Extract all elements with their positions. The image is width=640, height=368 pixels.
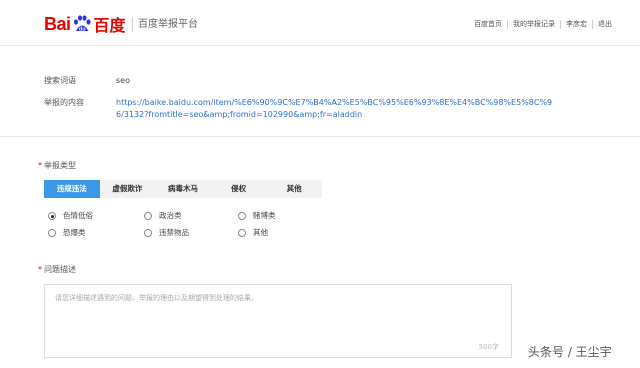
required-mark: * <box>38 161 42 170</box>
nav-divider <box>507 19 508 29</box>
radio-label: 恐爆类 <box>63 228 86 237</box>
tab-illegal[interactable]: 违规违法 <box>44 180 100 198</box>
required-mark: * <box>38 265 42 274</box>
search-term-value: seo <box>116 76 130 85</box>
radio-contraband[interactable]: 违禁物品 <box>144 228 189 238</box>
description-label: * 问题描述 <box>38 264 76 276</box>
nav-divider <box>560 19 561 29</box>
section-divider <box>0 136 640 137</box>
page-header: Bai du 百度 百度举报平台 百度首页 我的举报记录 李彦宏 退出 <box>0 0 640 46</box>
radio-political[interactable]: 政治类 <box>144 211 182 221</box>
tab-fraud[interactable]: 虚假欺诈 <box>100 180 156 198</box>
radio-indicator <box>238 212 246 220</box>
radio-indicator <box>48 212 56 220</box>
logo-text-bai: Bai <box>44 13 71 34</box>
radio-other[interactable]: 其他 <box>238 228 268 238</box>
logo-text-du: du <box>78 26 85 32</box>
radio-label: 色情低俗 <box>63 211 93 220</box>
report-type-label: * 举报类型 <box>38 160 76 172</box>
radio-indicator <box>144 229 152 237</box>
nav-logout[interactable]: 退出 <box>598 19 612 29</box>
radio-label: 其他 <box>253 228 268 237</box>
radio-label: 违禁物品 <box>159 228 189 237</box>
platform-title: 百度举报平台 <box>138 19 198 30</box>
radio-indicator <box>238 229 246 237</box>
radio-label: 赌博类 <box>253 211 276 220</box>
logo-text-cn: 百度 <box>93 16 126 35</box>
radio-terror[interactable]: 恐爆类 <box>48 228 86 238</box>
top-nav: 百度首页 我的举报记录 李彦宏 退出 <box>474 19 612 29</box>
nav-my-reports[interactable]: 我的举报记录 <box>513 19 555 29</box>
nav-username[interactable]: 李彦宏 <box>566 19 587 29</box>
radio-indicator <box>48 229 56 237</box>
radio-label: 政治类 <box>159 211 182 220</box>
radio-indicator <box>144 212 152 220</box>
report-content-label: 举报的内容 <box>44 98 84 107</box>
char-count: 500字 <box>478 343 499 351</box>
tab-other[interactable]: 其他 <box>266 180 322 198</box>
watermark: 头条号 / 王尘宇 <box>528 345 612 359</box>
nav-divider <box>592 19 593 29</box>
radio-gambling[interactable]: 赌博类 <box>238 211 276 221</box>
search-term-label: 搜索词语 <box>44 76 76 85</box>
description-textarea[interactable]: 请您详细描述遇到的问题、举报的理由以及期望得到处理的结果。 500字 <box>44 284 512 358</box>
tab-virus[interactable]: 病毒木马 <box>155 180 211 198</box>
baidu-logo[interactable]: Bai du 百度 <box>44 13 126 36</box>
radio-porn[interactable]: 色情低俗 <box>48 211 93 221</box>
paw-icon: du <box>73 15 91 32</box>
report-type-tabs: 违规违法 虚假欺诈 病毒木马 侵权 其他 <box>44 180 322 198</box>
description-text: 问题描述 <box>44 265 76 274</box>
description-placeholder: 请您详细描述遇到的问题、举报的理由以及期望得到处理的结果。 <box>55 294 258 302</box>
tab-infringement[interactable]: 侵权 <box>211 180 267 198</box>
logo-divider <box>132 17 133 32</box>
report-content-url[interactable]: https://baike.baidu.com/item/%E6%90%9C%E… <box>116 97 556 121</box>
nav-baidu-home[interactable]: 百度首页 <box>474 19 502 29</box>
report-type-text: 举报类型 <box>44 161 76 170</box>
